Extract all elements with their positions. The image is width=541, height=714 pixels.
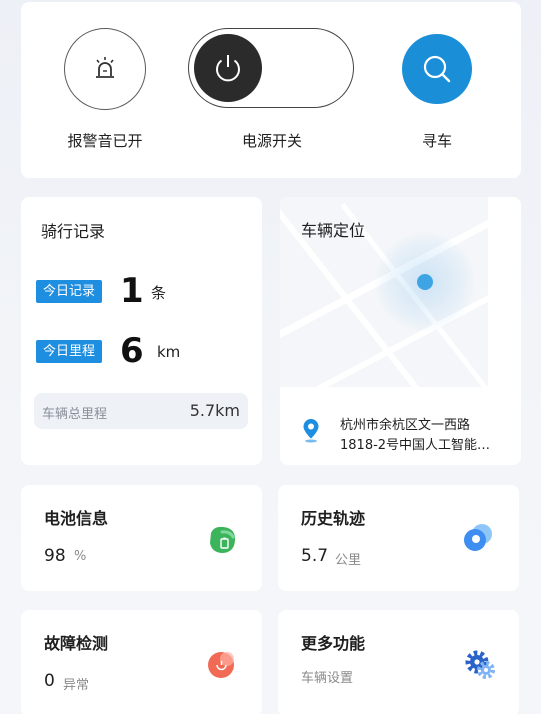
search-icon [423,55,451,83]
power-switch[interactable] [188,28,354,108]
address-line-1: 杭州市余杭区文一西路 [340,418,471,433]
battery-unit: % [74,549,87,564]
location-pin-icon [303,419,319,443]
total-mileage-box: 车辆总里程 5.7km [34,393,248,429]
alarm-label: 报警音已开 [67,132,143,150]
alarm-bell-icon [96,57,114,78]
fault-detection-title: 故障检测 [44,634,109,653]
today-mileage-tag: 今日里程 [36,340,103,363]
vehicle-position-marker [417,274,433,290]
alarm-button[interactable] [64,28,146,110]
history-value: 5.7 [301,546,329,566]
today-mileage-value: 6 [120,331,144,371]
power-icon [216,55,240,82]
fault-detection-card[interactable]: 故障检测 0 异常 [21,610,262,714]
today-records-tag: 今日记录 [36,280,103,303]
battery-value: 98 [44,546,66,566]
fault-detection-icon [208,652,234,678]
fault-value: 0 [44,671,55,691]
today-mileage-unit: km [157,343,181,361]
history-unit: 公里 [335,553,362,568]
address-line-2: 1818-2号中国人工智能… [340,438,491,453]
battery-info-card[interactable]: 电池信息 98 % [21,485,262,591]
ride-record-title: 骑行记录 [41,222,106,241]
total-mileage-value: 5.7km [189,401,240,420]
history-track-card[interactable]: 历史轨迹 5.7 公里 [278,485,519,591]
find-car-label: 寻车 [421,132,452,150]
power-knob[interactable] [194,34,262,102]
find-car-button[interactable] [402,34,472,104]
battery-icon [210,526,235,553]
more-functions-card[interactable]: 更多功能 车辆设置 [278,610,519,714]
today-records-unit: 条 [151,284,167,302]
track-icon [464,524,492,551]
vehicle-location-card[interactable]: 车辆定位 杭州市余杭区文一西路 1818-2号中国人工智能… [280,197,521,465]
more-functions-title: 更多功能 [301,634,366,653]
fault-unit: 异常 [63,678,90,693]
ride-record-card[interactable]: 骑行记录 今日记录 1 条 今日里程 6 km 车辆总里程 5.7km [21,197,262,465]
control-panel: 报警音已开 电源开关 寻车 [21,2,521,178]
vehicle-location-title: 车辆定位 [301,221,366,240]
today-records-value: 1 [120,271,144,311]
power-label: 电源开关 [241,132,302,150]
history-track-title: 历史轨迹 [301,509,366,528]
more-functions-subtitle: 车辆设置 [301,671,354,686]
gear-icon [465,650,495,679]
total-mileage-label: 车辆总里程 [42,407,108,422]
battery-info-title: 电池信息 [44,509,109,528]
